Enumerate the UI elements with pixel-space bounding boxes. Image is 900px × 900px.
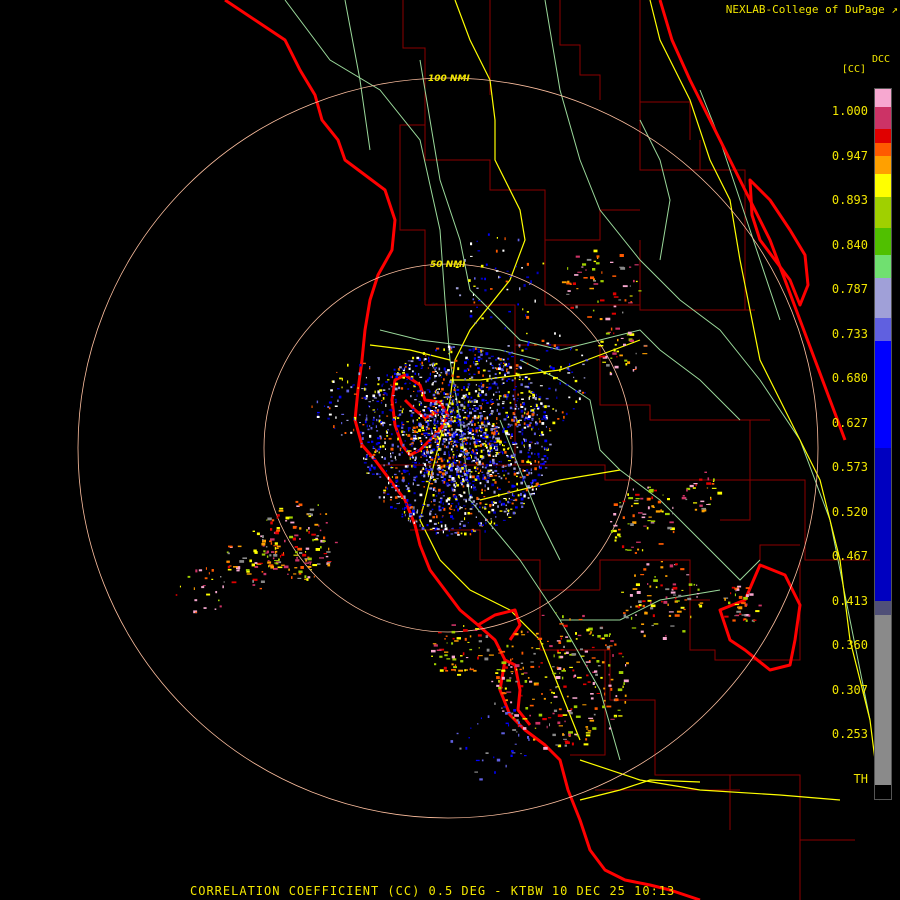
color-band [875, 228, 891, 256]
color-band [875, 196, 891, 229]
radar-map: 100 NMI 50 NMI [0, 0, 900, 900]
credit-text: NEXLAB-College of DuPage [725, 3, 885, 16]
color-scale-tick-label: 0.893 [831, 193, 868, 207]
color-band [875, 255, 891, 278]
color-scale-tick-label: 0.840 [831, 237, 868, 252]
color-scale-tick-label: 0.627 [831, 415, 868, 430]
legend-unit: [CC] [841, 64, 866, 75]
color-scale-tick-label: 0.520 [831, 504, 868, 519]
range-ring-label-50: 50 NMI [430, 260, 466, 270]
color-scale-tick-label: 0.733 [831, 326, 868, 341]
product-line: CORRELATION COEFFICIENT (CC) 0.5 DEG - K… [190, 884, 676, 898]
color-band [875, 142, 891, 157]
color-band [875, 277, 891, 319]
color-band [875, 340, 891, 449]
color-scale-tick-label: 0.680 [831, 371, 868, 385]
color-band [875, 106, 891, 130]
range-ring-label-100: 100 NMI [428, 74, 470, 84]
color-band [875, 174, 891, 197]
color-scale-tick-label: 0.573 [831, 460, 868, 474]
color-band [875, 614, 891, 786]
color-band [875, 601, 891, 615]
color-band [875, 156, 891, 175]
color-band [875, 89, 891, 107]
color-scale-tick-label: TH [853, 771, 868, 786]
color-band [875, 318, 891, 341]
color-scale-tick-label: 0.467 [831, 549, 868, 563]
credit-label: NEXLAB-College of DuPage ↗ [726, 3, 898, 16]
external-link-icon[interactable]: ↗ [891, 3, 898, 16]
color-scale-tick-label: 0.307 [831, 682, 868, 697]
color-band [875, 785, 891, 799]
color-scale-tick-label: 0.413 [831, 593, 868, 608]
color-scale-tick-label: 0.787 [831, 282, 868, 296]
color-scale-tick-label: 0.253 [831, 727, 868, 741]
legend-product: DCC [871, 54, 890, 65]
color-scale-tick-label: 1.000 [831, 104, 868, 118]
color-band [875, 129, 891, 143]
color-scale-bar [874, 88, 892, 800]
color-band [875, 448, 891, 602]
color-scale-tick-label: 0.947 [831, 148, 868, 163]
color-scale-tick-label: 0.360 [831, 638, 868, 652]
